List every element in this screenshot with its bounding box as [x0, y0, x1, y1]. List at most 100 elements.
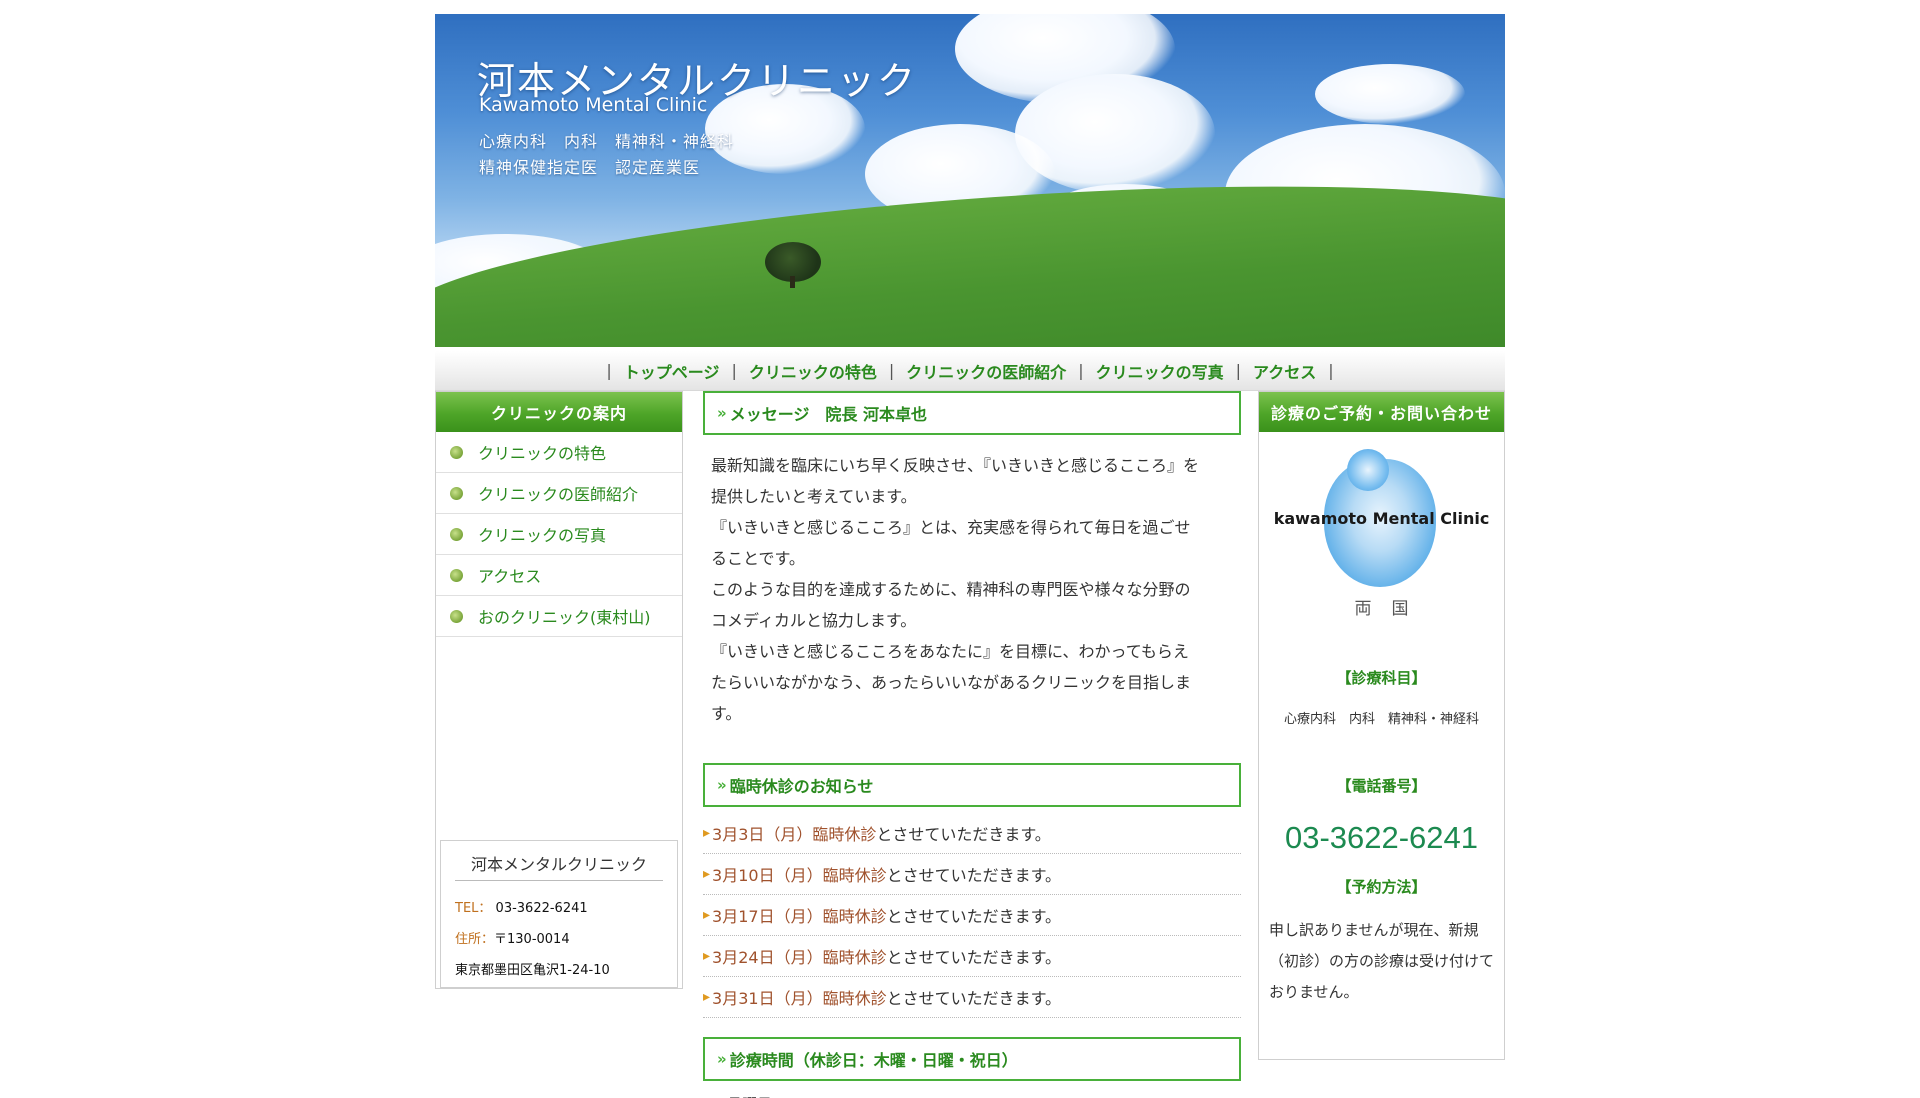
nav-top[interactable]: トップページ: [624, 359, 720, 383]
news-text: とさせていただきます。: [876, 825, 1051, 844]
sidebar-item-label[interactable]: おのクリニック(東村山): [478, 604, 651, 628]
news-heading-label: 臨時休診のお知らせ: [729, 777, 874, 796]
sidebar-item-label[interactable]: クリニックの特色: [478, 440, 606, 464]
nav-separator: |: [1235, 361, 1242, 380]
sidebar-item-doctors[interactable]: クリニックの医師紹介: [436, 473, 682, 514]
bullet-icon: [450, 609, 463, 623]
right-sidebar: 診療のご予約・お問い合わせ kawamoto Mental Clinic 両国 …: [1258, 391, 1505, 1060]
sidebar-item-ono-clinic[interactable]: おのクリニック(東村山): [436, 596, 682, 637]
sidebar-item-access[interactable]: アクセス: [436, 555, 682, 596]
nav-separator: |: [888, 361, 895, 380]
sidebar-heading: クリニックの案内: [436, 392, 682, 432]
nav-photos[interactable]: クリニックの写真: [1096, 359, 1224, 383]
arrow-icon: ▸: [703, 866, 711, 882]
message-line: コメディカルと協力します。: [711, 611, 917, 630]
hours-heading-label: 診療時間（休診日：木曜・日曜・祝日）: [729, 1051, 1018, 1070]
news-date: 3月10日（月）臨時休診: [712, 866, 887, 885]
message-line: 『いきいきと感じるこころ』とは、充実感を得られて毎日を過ごせ: [711, 518, 1191, 537]
sidebar-menu: クリニックの特色 クリニックの医師紹介 クリニックの写真 アクセス おのクリニッ…: [436, 432, 682, 637]
arrow-icon: ▸: [703, 948, 711, 964]
hours-heading: » 診療時間（休診日：木曜・日曜・祝日）: [703, 1037, 1241, 1081]
header-departments: 心療内科 内科 精神科・神経科: [479, 132, 735, 151]
kokoro-logo-dot: [1347, 449, 1389, 491]
street-row: 東京都墨田区亀沢1-24-10: [455, 963, 610, 978]
news-item: ▸ 3月10日（月）臨時休診 とさせていただきます。: [703, 854, 1241, 895]
page-wrapper: 河本メンタルクリニック Kawamoto Mental Clinic 心療内科 …: [435, 14, 1505, 1098]
news-text: とさせていただきます。: [886, 948, 1061, 967]
phone-number[interactable]: 03-3622-6241: [1259, 820, 1504, 856]
tree-trunk: [790, 276, 795, 288]
message-line: たらいいながかなう、あったらいいながあるクリニックを目指しま: [711, 673, 1192, 692]
news-date: 3月24日（月）臨時休診: [712, 948, 887, 967]
double-chevron-icon: »: [717, 404, 727, 422]
header-banner: 河本メンタルクリニック Kawamoto Mental Clinic 心療内科 …: [435, 14, 1505, 347]
news-heading: » 臨時休診のお知らせ: [703, 763, 1241, 807]
arrow-icon: ▸: [703, 989, 711, 1005]
news-item: ▸ 3月24日（月）臨時休診 とさせていただきます。: [703, 936, 1241, 977]
news-text: とさせていただきます。: [886, 989, 1061, 1008]
sidebar-item-photos[interactable]: クリニックの写真: [436, 514, 682, 555]
main-content: » メッセージ 院長 河本卓也 最新知識を臨床にいち早く反映させ、『いきいきと感…: [703, 391, 1241, 1098]
nav-doctors[interactable]: クリニックの医師紹介: [906, 359, 1066, 383]
address-label: 住所：: [455, 932, 495, 947]
method-heading: 【予約方法】: [1336, 878, 1427, 896]
tel-label: TEL：: [455, 901, 492, 916]
arrow-icon: ▸: [703, 825, 711, 841]
sidebar-item-features[interactable]: クリニックの特色: [436, 432, 682, 473]
nav-separator: |: [606, 361, 612, 380]
message-line: 提供したいと考えています。: [711, 487, 917, 506]
clinic-logo: kawamoto Mental Clinic 両国: [1259, 444, 1504, 639]
tel-row: TEL： 03-3622-6241: [455, 893, 663, 924]
double-chevron-icon: »: [717, 776, 727, 794]
message-line: 『いきいきと感じるこころをあなたに』を目標に、わかってもらえ: [711, 642, 1189, 661]
phone-heading: 【電話番号】: [1336, 777, 1427, 795]
nav-separator: |: [1328, 361, 1334, 380]
dept-list: 心療内科 内科 精神科・神経科: [1283, 712, 1479, 727]
top-navigation: | トップページ | クリニックの特色 | クリニックの医師紹介 | クリニック…: [435, 351, 1505, 391]
site-subtitle: Kawamoto Mental Clinic: [479, 94, 708, 116]
tel-value: 03-3622-6241: [495, 901, 588, 916]
bullet-icon: [450, 486, 463, 500]
bullet-icon: [450, 568, 463, 582]
news-item: ▸ 3月17日（月）臨時休診 とさせていただきます。: [703, 895, 1241, 936]
message-line: ることです。: [711, 549, 805, 568]
message-line: 最新知識を臨床にいち早く反映させ、『いきいきと感じるこころ』を: [711, 456, 1200, 475]
nav-access[interactable]: アクセス: [1253, 359, 1316, 383]
arrow-icon: ▸: [703, 907, 711, 923]
hours-row: 月曜日 13：00 ～ 20：00: [703, 1081, 1241, 1098]
dept-heading: 【診療科目】: [1336, 669, 1427, 687]
sidebar-item-label[interactable]: クリニックの写真: [478, 522, 606, 546]
logo-place: 両国: [1354, 599, 1429, 619]
news-item: ▸ 3月31日（月）臨時休診 とさせていただきます。: [703, 977, 1241, 1018]
nav-features[interactable]: クリニックの特色: [749, 359, 877, 383]
nav-separator: |: [1078, 361, 1084, 380]
message-line: す。: [711, 704, 742, 723]
news-date: 3月31日（月）臨時休診: [712, 989, 887, 1008]
news-text: とさせていただきます。: [886, 907, 1061, 926]
double-chevron-icon: »: [717, 1050, 727, 1068]
left-sidebar: クリニックの案内 クリニックの特色 クリニックの医師紹介 クリニックの写真 アク…: [435, 391, 683, 989]
address-row: 住所：〒130-0014: [455, 924, 663, 955]
news-date: 3月3日（月）臨時休診: [712, 825, 877, 844]
address-box: 河本メンタルクリニック TEL： 03-3622-6241 住所：〒130-00…: [440, 840, 678, 988]
message-line: このような目的を達成するために、精神科の専門医や様々な分野の: [711, 580, 1191, 599]
method-text: 申し訳ありませんが現在、新規（初診）の方の診療は受け付けておりません。: [1269, 921, 1495, 1001]
message-heading: » メッセージ 院長 河本卓也: [703, 391, 1241, 435]
contact-heading: 診療のご予約・お問い合わせ: [1259, 392, 1504, 432]
nav-separator: |: [731, 361, 737, 380]
zip-value: 〒130-0014: [494, 932, 570, 947]
sidebar-item-label[interactable]: クリニックの医師紹介: [478, 481, 638, 505]
sidebar-item-label[interactable]: アクセス: [478, 563, 541, 587]
bullet-icon: [450, 445, 463, 459]
address-title: 河本メンタルクリニック: [455, 851, 663, 881]
news-date: 3月17日（月）臨時休診: [712, 907, 887, 926]
news-item: ▸ 3月3日（月）臨時休診 とさせていただきます。: [703, 813, 1241, 854]
logo-text: kawamoto Mental Clinic: [1273, 509, 1490, 528]
news-list: ▸ 3月3日（月）臨時休診 とさせていただきます。 ▸ 3月10日（月）臨時休診 とさせ…: [703, 813, 1241, 1018]
message-body: 最新知識を臨床にいち早く反映させ、『いきいきと感じるこころ』を 提供したいと考え…: [703, 435, 1241, 729]
cloud-image: [1315, 64, 1465, 124]
news-text: とさせていただきます。: [886, 866, 1061, 885]
bullet-icon: [450, 527, 463, 541]
message-heading-label: メッセージ 院長 河本卓也: [729, 405, 927, 424]
header-credentials: 精神保健指定医 認定産業医: [479, 158, 701, 177]
